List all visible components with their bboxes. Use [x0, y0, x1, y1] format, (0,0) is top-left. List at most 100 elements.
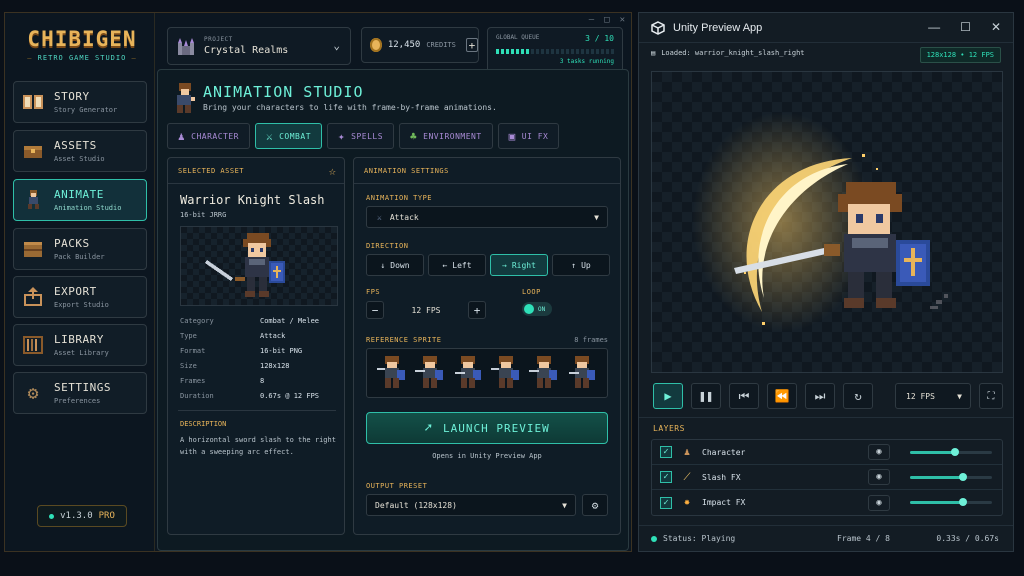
reference-frame[interactable] — [453, 356, 483, 390]
castle-icon — [178, 38, 194, 55]
layer-checkbox[interactable]: ✓ — [660, 496, 672, 509]
queue-segment — [536, 49, 539, 54]
window-title: Unity Preview App — [673, 21, 763, 34]
pause-button[interactable]: ❚❚ — [691, 383, 721, 409]
reference-frame[interactable] — [377, 356, 407, 390]
chest-icon — [22, 140, 44, 162]
fit-view-button[interactable]: ⛶ — [979, 383, 1003, 409]
tab-combat[interactable]: ⚔ COMBAT — [254, 123, 323, 149]
person-icon: ♟ — [178, 129, 186, 143]
rewind-icon: ⏪ — [774, 389, 790, 403]
eye-icon[interactable]: ◉ — [868, 469, 890, 485]
eye-icon[interactable]: ◉ — [868, 494, 890, 511]
panel-header: ANIMATION SETTINGS — [354, 158, 620, 184]
queue-segment — [531, 49, 534, 54]
sidebar-item-sub: Story Generator — [54, 106, 118, 114]
add-credits-button[interactable]: + — [465, 38, 478, 52]
rocket-icon: ➚ — [424, 420, 434, 436]
animation-type-select[interactable]: ⚔ Attack ▼ — [366, 206, 608, 228]
sidebar-item-assets[interactable]: ASSETS Asset Studio — [13, 130, 147, 172]
layer-opacity-slider[interactable] — [910, 472, 992, 481]
credits-display: 12,450 CREDITS + — [361, 27, 479, 63]
skip-start-button[interactable]: ⏮ — [729, 383, 759, 409]
queue-segment — [501, 49, 504, 54]
direction-up-button[interactable]: ↑ Up — [552, 254, 610, 276]
queue-segment — [606, 49, 609, 54]
asset-preview — [180, 226, 338, 306]
window-controls: — ☐ ✕ — [928, 20, 1001, 34]
sidebar-item-library[interactable]: LIBRARY Asset Library — [13, 324, 147, 366]
maximize-icon[interactable]: ☐ — [960, 20, 971, 34]
tab-ui-fx[interactable]: ▣ UI FX — [497, 123, 560, 149]
queue-segment — [556, 49, 559, 54]
skip-end-button[interactable]: ⏭ — [805, 383, 835, 409]
loop-toggle[interactable]: ON — [522, 302, 552, 316]
layer-opacity-slider[interactable] — [910, 498, 992, 506]
property-row: Duration 0.67s @ 12 FPS — [180, 388, 338, 403]
reference-frame[interactable] — [491, 356, 521, 390]
toggle-knob — [524, 304, 534, 314]
version-tier: PRO — [98, 511, 115, 521]
tab-character[interactable]: ♟ CHARACTER — [167, 123, 250, 149]
queue-segment — [526, 49, 529, 54]
page-title: ANIMATION STUDIO — [203, 83, 364, 101]
launch-preview-button[interactable]: ➚ LAUNCH PREVIEW — [366, 412, 608, 444]
direction-right-button[interactable]: → Right — [490, 254, 548, 276]
tab-environment[interactable]: ♣ ENVIRONMENT — [399, 123, 493, 149]
eye-icon[interactable]: ◉ — [868, 444, 890, 460]
tab-spells[interactable]: ✦ SPELLS — [327, 123, 395, 149]
description-header: DESCRIPTION — [180, 420, 227, 428]
fps-select[interactable]: 12 FPS ▼ — [895, 383, 971, 409]
layers-list: ✓ ♟ Character ◉ ✓ ⟋ Slash FX ◉ ✓ ✸ Impac… — [651, 439, 1003, 516]
sidebar-item-settings[interactable]: ⚙ SETTINGS Preferences — [13, 372, 147, 414]
maximize-icon[interactable]: □ — [604, 15, 609, 25]
layer-opacity-slider[interactable] — [910, 447, 992, 456]
loop-button[interactable]: ↻ — [843, 383, 873, 409]
rewind-button[interactable]: ⏪ — [767, 383, 797, 409]
layer-row: ✓ ♟ Character ◉ — [652, 440, 1002, 465]
direction-left-button[interactable]: ← Left — [428, 254, 486, 276]
play-button[interactable]: ▶ — [653, 383, 683, 409]
tab-label: COMBAT — [279, 131, 312, 141]
output-preset-label: OUTPUT PRESET — [366, 482, 428, 490]
version-badge: v1.3.0 PRO — [37, 505, 127, 527]
increment-button[interactable]: + — [468, 301, 486, 319]
minimize-icon[interactable]: — — [928, 20, 940, 34]
sidebar-item-packs[interactable]: PACKS Pack Builder — [13, 228, 147, 270]
favorite-star-icon[interactable]: ☆ — [329, 164, 336, 178]
output-preset-select[interactable]: Default (128x128) ▼ — [366, 494, 576, 516]
playback-controls: ▶ ❚❚ ⏮ ⏪ ⏭ ↻ 12 FPS ▼ ⛶ — [653, 383, 1003, 409]
queue-segment — [506, 49, 509, 54]
reference-frame[interactable] — [567, 356, 597, 390]
queue-segment — [576, 49, 579, 54]
queue-segment — [571, 49, 574, 54]
reference-sprite-strip — [366, 348, 608, 398]
sidebar-item-export[interactable]: EXPORT Export Studio — [13, 276, 147, 318]
knight-sprite — [205, 233, 285, 297]
crate-icon — [22, 238, 44, 260]
direction-down-button[interactable]: ↓ Down — [366, 254, 424, 276]
title-bar: Unity Preview App — ☐ ✕ — [639, 13, 1013, 43]
property-row: Size 128x128 — [180, 358, 338, 373]
layer-checkbox[interactable]: ✓ — [660, 471, 672, 483]
launch-label: LAUNCH PREVIEW — [443, 421, 550, 435]
caret-down-icon: ▼ — [957, 391, 962, 401]
project-select[interactable]: PROJECT Crystal Realms ⌄ — [167, 27, 351, 65]
reference-frame[interactable] — [415, 356, 445, 390]
layer-checkbox[interactable]: ✓ — [660, 446, 672, 458]
sidebar-item-story[interactable]: STORY Story Generator — [13, 81, 147, 123]
property-row: Frames 8 — [180, 373, 338, 388]
status-text: Status: Playing — [663, 534, 736, 543]
person-icon: ♟ — [683, 446, 691, 458]
fps-value: 12 FPS — [906, 391, 935, 401]
reference-frame[interactable] — [529, 356, 559, 390]
preset-settings-button[interactable]: ⚙ — [582, 494, 608, 516]
sidebar-item-label: ANIMATE — [54, 188, 104, 201]
caret-down-icon: ▼ — [562, 500, 567, 510]
decrement-button[interactable]: − — [366, 301, 384, 319]
close-icon[interactable]: ✕ — [991, 20, 1001, 34]
minimize-icon[interactable]: — — [589, 15, 594, 25]
sidebar-item-animate[interactable]: ANIMATE Animation Studio — [13, 179, 147, 221]
close-icon[interactable]: ✕ — [620, 15, 625, 25]
file-icon: ▤ — [651, 49, 656, 57]
